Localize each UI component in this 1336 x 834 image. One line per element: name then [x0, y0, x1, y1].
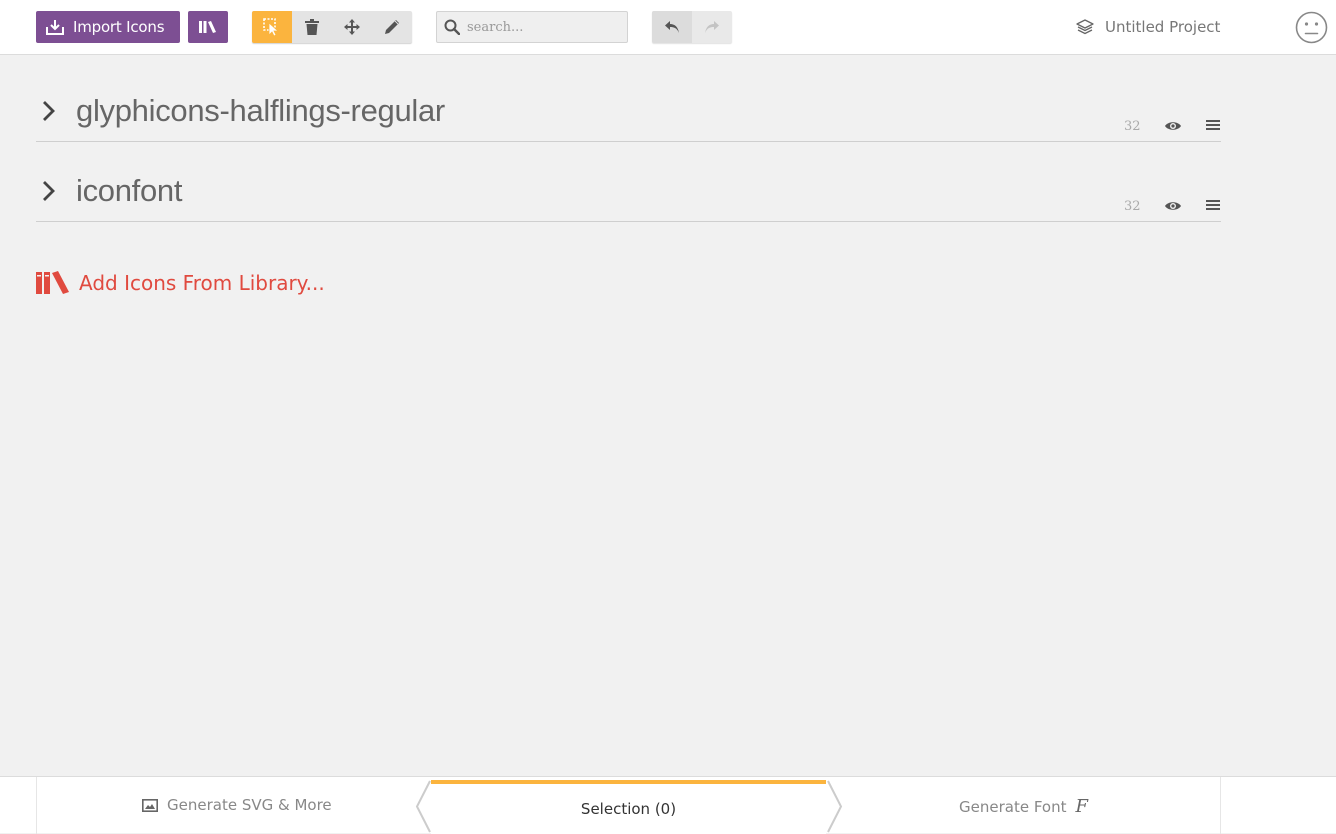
layers-icon: [1076, 19, 1094, 35]
icon-set-name[interactable]: glyphicons-halflings-regular: [76, 92, 445, 130]
eye-icon[interactable]: [1164, 200, 1182, 212]
grid-size-value[interactable]: 32: [1124, 199, 1141, 214]
user-avatar-icon[interactable]: [1295, 11, 1328, 44]
image-icon: [142, 798, 158, 812]
history-controls: [652, 11, 732, 43]
import-icons-label: Import Icons: [73, 18, 165, 36]
delete-mode-button[interactable]: [292, 11, 332, 43]
mode-selector: [252, 11, 412, 43]
top-toolbar: Import Icons search... Untitled Project: [0, 0, 1336, 55]
select-cursor-icon: [263, 18, 280, 36]
generate-svg-label: Generate SVG & More: [167, 796, 332, 814]
import-icon: [46, 20, 64, 35]
library-button[interactable]: [188, 11, 228, 43]
add-icons-from-library-label: Add Icons From Library...: [79, 271, 325, 295]
grid-size-value[interactable]: 32: [1124, 119, 1141, 134]
move-arrows-icon: [344, 19, 360, 35]
arrow-right-icon: [827, 780, 843, 833]
selection-label: Selection (0): [580, 800, 677, 818]
generate-font-label: Generate Font: [959, 797, 1067, 816]
hamburger-menu-icon[interactable]: [1206, 119, 1220, 131]
generate-svg-tab[interactable]: Generate SVG & More: [142, 796, 332, 814]
bottom-bar: Generate SVG & More Selection (0) Genera…: [0, 776, 1336, 834]
search-box: [436, 11, 628, 43]
arrow-left-icon: [415, 780, 431, 833]
search-icon: [444, 19, 460, 35]
chevron-right-icon[interactable]: [42, 180, 56, 202]
library-icon: [36, 271, 69, 294]
hamburger-menu-icon[interactable]: [1206, 199, 1220, 211]
chevron-right-icon[interactable]: [42, 100, 56, 122]
search-input[interactable]: [467, 15, 617, 39]
trash-icon: [305, 19, 319, 35]
icon-set-row: glyphicons-halflings-regular 32: [36, 82, 1221, 142]
generate-font-tab[interactable]: Generate Font F: [959, 796, 1088, 817]
project-name: Untitled Project: [1105, 18, 1221, 36]
select-mode-button[interactable]: [252, 11, 292, 43]
add-icons-from-library-link[interactable]: Add Icons From Library...: [36, 266, 325, 300]
redo-icon: [705, 21, 719, 33]
icon-set-name[interactable]: iconfont: [76, 172, 182, 210]
move-mode-button[interactable]: [332, 11, 372, 43]
library-icon: [199, 21, 216, 33]
redo-button[interactable]: [692, 11, 732, 43]
edit-mode-button[interactable]: [372, 11, 412, 43]
undo-button[interactable]: [652, 11, 692, 43]
project-name-button[interactable]: Untitled Project: [1076, 15, 1220, 39]
icon-set-row: iconfont 32: [36, 162, 1221, 222]
undo-icon: [665, 21, 679, 33]
eye-icon[interactable]: [1164, 120, 1182, 132]
import-icons-button[interactable]: Import Icons: [36, 11, 180, 43]
font-icon: F: [1075, 796, 1088, 817]
pencil-icon: [385, 20, 399, 34]
selection-tab[interactable]: Selection (0): [431, 780, 826, 834]
